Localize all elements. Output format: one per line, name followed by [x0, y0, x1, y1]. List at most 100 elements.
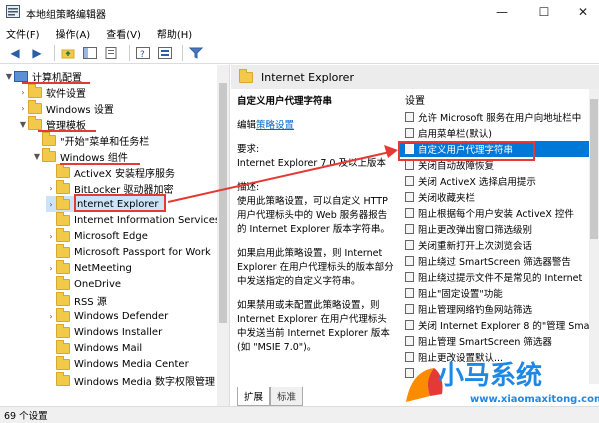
tree-item-software-settings[interactable]: › 软件设置	[18, 83, 86, 100]
tab-standard[interactable]: 标准	[270, 387, 304, 406]
toolbar-separator	[54, 44, 55, 61]
help-icon[interactable]: ?	[134, 44, 152, 62]
collapse-arrow-icon[interactable]: ›	[46, 184, 56, 193]
folder-icon	[56, 307, 70, 322]
menu-action[interactable]: 操作(A)	[56, 26, 91, 41]
tree-item-label: Windows Media Center	[74, 358, 189, 370]
tree-item-installer[interactable]: Windows Installer	[46, 323, 162, 340]
edit-policy-line: 编辑策略设置	[237, 120, 295, 131]
tree-pane: ▼ 计算机配置 › 软件设置 › Windows 设置 ▼ 管理模板 "开始"菜…	[0, 65, 230, 406]
show-tree-icon[interactable]	[81, 44, 99, 62]
folder-icon	[56, 291, 70, 306]
edit-policy-link[interactable]: 策略设置	[256, 120, 294, 131]
folder-icon	[42, 131, 56, 146]
folder-icon	[56, 163, 70, 178]
folder-icon	[56, 179, 70, 194]
tree-scrollbar[interactable]	[217, 65, 229, 406]
tree-item-label: Windows Media 数字权限管理	[74, 376, 216, 388]
tree-item-netmeeting[interactable]: › NetMeeting	[46, 259, 132, 276]
setting-row[interactable]: 关闭 Internet Explorer 8 的"管理 Sma	[399, 317, 589, 333]
tree-item-media-drm[interactable]: Windows Media 数字权限管理	[46, 371, 216, 388]
setting-row[interactable]: 阻止管理 SmartScreen 筛选器	[399, 333, 589, 349]
collapse-arrow-icon[interactable]: ›	[46, 312, 56, 321]
tree-item-label: Internet Information Services	[74, 214, 221, 226]
svg-text:?: ?	[140, 50, 145, 59]
minimize-button[interactable]: —	[482, 0, 522, 24]
expand-arrow-icon[interactable]: ▼	[32, 152, 42, 161]
setting-row[interactable]: 阻止绕过提示文件不是常见的 Internet	[399, 269, 589, 285]
tree-scrollbar-thumb[interactable]	[219, 83, 227, 323]
details-header-title: Internet Explorer	[261, 70, 354, 84]
tree-item-iis[interactable]: Internet Information Services	[46, 211, 221, 228]
properties-icon[interactable]	[156, 44, 174, 62]
policy-icon	[405, 320, 414, 330]
folder-icon	[56, 323, 70, 338]
setting-row[interactable]: 关闭 ActiveX 选择启用提示	[399, 173, 589, 189]
setting-row[interactable]: 阻止管理网络钓鱼网站筛选	[399, 301, 589, 317]
tree-item-mail[interactable]: Windows Mail	[46, 339, 142, 356]
collapse-arrow-icon[interactable]: ›	[18, 88, 28, 97]
setting-row[interactable]: 启用菜单栏(默认)	[399, 125, 589, 141]
settings-scrollbar-thumb[interactable]	[590, 99, 598, 239]
collapse-arrow-icon[interactable]: ›	[18, 104, 28, 113]
annotation-underline	[38, 130, 96, 132]
policy-icon	[405, 304, 414, 314]
policy-icon	[405, 272, 414, 282]
up-folder-icon[interactable]	[59, 44, 77, 62]
tree-item-label: OneDrive	[74, 278, 122, 290]
folder-icon	[56, 275, 70, 290]
export-list-icon[interactable]	[103, 44, 121, 62]
tree-item-edge[interactable]: › Microsoft Edge	[46, 227, 148, 244]
annotation-underline	[22, 82, 90, 84]
tree-item-windows-components[interactable]: ▼ Windows 组件	[32, 147, 128, 164]
tree-item-activex-installer[interactable]: ActiveX 安装程序服务	[46, 163, 175, 180]
setting-row[interactable]: 阻止根据每个用户安装 ActiveX 控件	[399, 205, 589, 221]
collapse-arrow-icon[interactable]: ›	[46, 200, 56, 209]
filter-icon[interactable]	[187, 44, 205, 62]
tab-extended[interactable]: 扩展	[237, 387, 271, 406]
folder-icon	[28, 83, 42, 98]
tree-item-label: NetMeeting	[74, 262, 132, 274]
setting-row[interactable]: 阻止更改弹出窗口筛选级别	[399, 221, 589, 237]
setting-row[interactable]: 关闭重新打开上次浏览会话	[399, 237, 589, 253]
setting-row[interactable]: 允许 Microsoft 服务在用户向地址栏中	[399, 109, 589, 125]
tree-item-defender[interactable]: › Windows Defender	[46, 307, 168, 324]
maximize-button[interactable]: ☐	[524, 0, 564, 24]
folder-icon	[56, 227, 70, 242]
setting-row[interactable]: 阻止绕过 SmartScreen 筛选器警告	[399, 253, 589, 269]
menu-bar: 文件(F) 操作(A) 查看(V) 帮助(H)	[0, 24, 599, 42]
tree-item-rss[interactable]: RSS 源	[46, 291, 107, 308]
collapse-arrow-icon[interactable]: ›	[46, 264, 56, 273]
tree-item-onedrive[interactable]: OneDrive	[46, 275, 122, 292]
settings-count: 69 个设置	[4, 411, 48, 422]
menu-view[interactable]: 查看(V)	[106, 26, 141, 41]
details-header: Internet Explorer	[231, 65, 599, 89]
policy-icon	[405, 112, 414, 122]
collapse-arrow-icon[interactable]: ›	[46, 232, 56, 241]
status-bar: 69 个设置	[0, 406, 599, 423]
tree-item-windows-settings[interactable]: › Windows 设置	[18, 99, 114, 116]
tree-item-media-center[interactable]: Windows Media Center	[46, 355, 189, 372]
folder-icon	[239, 68, 253, 83]
watermark-url: www.xiaomaxitong.com	[470, 394, 599, 405]
tree-item-passport[interactable]: Microsoft Passport for Work	[46, 243, 211, 260]
tree-item-label: RSS 源	[74, 296, 107, 308]
tree-item-start-menu[interactable]: "开始"菜单和任务栏	[32, 131, 149, 148]
tree-item-label: 软件设置	[46, 88, 86, 100]
expand-arrow-icon[interactable]: ▼	[18, 120, 28, 129]
forward-arrow-icon[interactable]: ▶	[28, 44, 46, 62]
folder-icon	[42, 147, 56, 162]
policy-editor-icon	[6, 5, 20, 18]
setting-row[interactable]: 阻止"固定设置"功能	[399, 285, 589, 301]
computer-icon	[14, 70, 28, 82]
close-button[interactable]: ✕	[563, 0, 599, 24]
settings-column-header[interactable]: 设置	[399, 89, 589, 109]
back-arrow-icon[interactable]: ◀	[6, 44, 24, 62]
folder-icon	[28, 115, 42, 130]
menu-help[interactable]: 帮助(H)	[157, 26, 192, 41]
setting-row[interactable]: 关闭收藏夹栏	[399, 189, 589, 205]
expand-arrow-icon[interactable]: ▼	[4, 72, 14, 81]
settings-scrollbar[interactable]	[589, 89, 599, 384]
menu-file[interactable]: 文件(F)	[6, 26, 40, 41]
policy-icon	[405, 288, 414, 298]
